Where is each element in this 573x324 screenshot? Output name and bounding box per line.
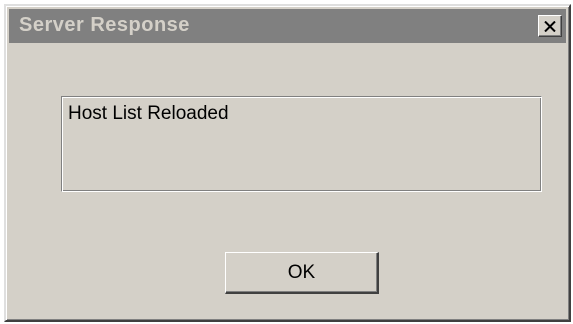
close-icon (544, 20, 556, 32)
server-response-dialog: Server Response Host List Reloaded OK (4, 4, 571, 322)
window-title: Server Response (19, 14, 190, 36)
close-button[interactable] (538, 15, 562, 37)
message-text: Host List Reloaded (68, 103, 229, 124)
ok-button[interactable]: OK (225, 252, 379, 294)
message-panel: Host List Reloaded (61, 96, 542, 192)
title-bar[interactable]: Server Response (9, 9, 566, 43)
